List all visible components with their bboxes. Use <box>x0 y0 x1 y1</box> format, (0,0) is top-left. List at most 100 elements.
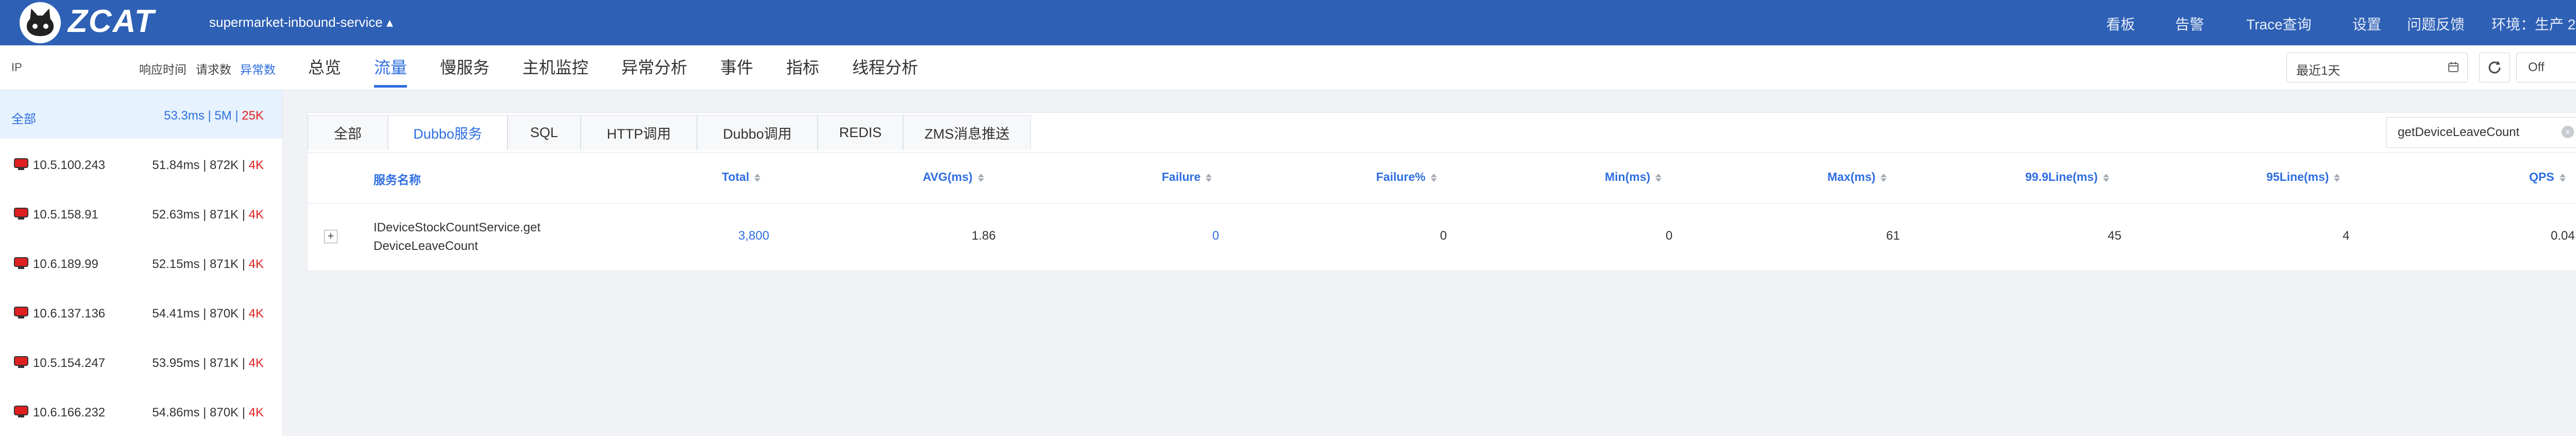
sort-icon[interactable] <box>1880 173 1887 183</box>
server-icon <box>14 257 28 269</box>
col-service-name[interactable]: 服务名称 <box>374 170 421 188</box>
cell-qps: 0.04 <box>2551 229 2575 243</box>
col-max[interactable]: Max(ms) <box>1827 170 1887 184</box>
metric-tab-errors[interactable]: 异常数 <box>240 60 276 77</box>
expand-icon[interactable]: + <box>324 230 337 243</box>
cell-min: 0 <box>1666 229 1673 243</box>
ip-list-item[interactable]: 10.5.100.243 51.84ms | 872K | 4K <box>0 140 282 188</box>
ip-metrics: 52.63ms | 871K | 4K <box>152 208 264 222</box>
brand-title[interactable]: ZCAT <box>68 3 155 40</box>
col-failure[interactable]: Failure <box>1162 170 1212 184</box>
metric-tab-response-time[interactable]: 响应时间 <box>139 60 187 77</box>
type-tab-dubbo-service[interactable]: Dubbo服务 <box>388 115 507 150</box>
tab-metrics[interactable]: 指标 <box>786 55 819 78</box>
nav-feedback[interactable]: 问题反馈 <box>2407 13 2465 34</box>
service-name: IDeviceStockCountService.get DeviceLeave… <box>374 221 541 253</box>
type-tab-dubbo-call[interactable]: Dubbo调用 <box>697 115 818 150</box>
metric-tab-requests[interactable]: 请求数 <box>196 60 231 77</box>
server-icon <box>14 158 28 170</box>
clear-icon[interactable]: × <box>2562 126 2574 138</box>
col-qps[interactable]: QPS <box>2529 170 2566 184</box>
ip-list-item-all[interactable]: 全部 53.3ms | 5M | 25K <box>0 90 282 139</box>
ip-column-label: IP <box>11 61 22 74</box>
logo-face <box>27 15 54 36</box>
auto-refresh-select[interactable]: Off <box>2516 53 2576 82</box>
col-total[interactable]: Total <box>722 170 761 184</box>
sort-icon[interactable] <box>2334 173 2341 183</box>
ip-name: 10.6.137.136 <box>33 307 106 321</box>
type-tabs: 全部 Dubbo服务 SQL HTTP调用 Dubbo调用 REDIS ZMS消… <box>308 115 1031 151</box>
server-icon <box>14 208 28 220</box>
nav-settings[interactable]: 设置 <box>2352 13 2381 34</box>
type-tab-zms-push[interactable]: ZMS消息推送 <box>903 115 1031 150</box>
type-tab-redis[interactable]: REDIS <box>818 115 903 150</box>
ip-name: 10.6.166.232 <box>33 406 106 420</box>
col-min[interactable]: Min(ms) <box>1605 170 1662 184</box>
server-icon <box>14 307 28 318</box>
traffic-card: 全部 Dubbo服务 SQL HTTP调用 Dubbo调用 REDIS ZMS消… <box>307 112 2576 271</box>
tab-host-monitor[interactable]: 主机监控 <box>522 55 588 78</box>
col-avg[interactable]: AVG(ms) <box>923 170 984 184</box>
cell-line95: 4 <box>2343 229 2350 243</box>
ip-metrics: 54.41ms | 870K | 4K <box>152 307 264 321</box>
ip-metrics: 54.86ms | 870K | 4K <box>152 406 264 420</box>
date-range-value: 最近1天 <box>2296 64 2341 78</box>
table-header: 服务名称 Total AVG(ms) Failure Failure% Min(… <box>308 152 2576 204</box>
table-row[interactable]: + IDeviceStockCountService.get DeviceLea… <box>308 203 2576 270</box>
date-range-picker[interactable]: 最近1天 <box>2286 53 2468 82</box>
cell-failure[interactable]: 0 <box>1212 229 1219 243</box>
sort-icon[interactable] <box>2103 173 2109 183</box>
col-line999[interactable]: 99.9Line(ms) <box>2025 170 2109 184</box>
type-tab-all[interactable]: 全部 <box>308 115 388 150</box>
col-line95[interactable]: 95Line(ms) <box>2266 170 2341 184</box>
ip-list-item[interactable]: 10.6.137.136 54.41ms | 870K | 4K <box>0 288 282 337</box>
refresh-button[interactable] <box>2479 53 2510 82</box>
nav-trace-query[interactable]: Trace查询 <box>2246 13 2312 34</box>
sort-icon[interactable] <box>754 173 761 183</box>
ip-metrics: 51.84ms | 872K | 4K <box>152 158 264 172</box>
cell-total[interactable]: 3,800 <box>738 229 769 243</box>
col-failure-pct[interactable]: Failure% <box>1376 170 1437 184</box>
service-search-field[interactable]: × <box>2386 117 2576 148</box>
ip-list-item[interactable]: 10.6.166.232 54.86ms | 870K | 4K <box>0 387 282 435</box>
logo-eye-left <box>32 24 38 29</box>
search-input[interactable] <box>2397 125 2553 140</box>
auto-refresh-value: Off <box>2528 60 2545 74</box>
ip-name: 10.6.189.99 <box>33 257 98 271</box>
ip-name: 10.5.158.91 <box>33 208 98 222</box>
sort-icon[interactable] <box>1655 173 1662 183</box>
server-icon <box>14 356 28 368</box>
ip-name: 10.5.154.247 <box>33 356 106 370</box>
cell-max: 61 <box>1886 229 1900 243</box>
tab-traffic[interactable]: 流量 <box>374 55 408 88</box>
tab-exception-analysis[interactable]: 异常分析 <box>621 55 687 78</box>
nav-dashboard[interactable]: 看板 <box>2106 13 2135 34</box>
sort-icon[interactable] <box>1206 173 1212 183</box>
ip-name: 全部 <box>11 112 36 126</box>
calendar-icon <box>2448 62 2459 72</box>
tab-events[interactable]: 事件 <box>720 55 753 78</box>
nav-alerts[interactable]: 告警 <box>2175 13 2204 34</box>
ip-metrics: 52.15ms | 871K | 4K <box>152 257 264 271</box>
cell-line999: 45 <box>2108 229 2122 243</box>
ip-list-panel: 全部 53.3ms | 5M | 25K 10.5.100.243 51.84m… <box>0 90 283 436</box>
ip-list-item[interactable]: 10.6.189.99 52.15ms | 871K | 4K <box>0 239 282 287</box>
refresh-icon <box>2488 61 2501 74</box>
ip-metrics: 53.95ms | 871K | 4K <box>152 356 264 370</box>
sort-icon[interactable] <box>977 173 984 183</box>
type-tab-http-call[interactable]: HTTP调用 <box>581 115 697 150</box>
server-icon <box>14 406 28 417</box>
app-selector[interactable]: supermarket-inbound-service ▴ <box>209 14 393 30</box>
sub-header: IP 响应时间 请求数 异常数 总览 流量 慢服务 主机监控 异常分析 事件 指… <box>0 45 2576 90</box>
ip-list-item[interactable]: 10.5.158.91 52.63ms | 871K | 4K <box>0 189 282 238</box>
cell-avg: 1.86 <box>972 229 996 243</box>
type-tab-sql[interactable]: SQL <box>507 115 581 150</box>
sort-icon[interactable] <box>1430 173 1437 183</box>
nav-environment[interactable]: 环境：生产 2.0 <box>2492 13 2576 34</box>
ip-name: 10.5.100.243 <box>33 158 106 172</box>
tab-thread-analysis[interactable]: 线程分析 <box>852 55 918 78</box>
sort-icon[interactable] <box>2559 173 2566 183</box>
tab-slow-services[interactable]: 慢服务 <box>440 55 489 78</box>
tab-overview[interactable]: 总览 <box>308 55 341 78</box>
ip-list-item[interactable]: 10.5.154.247 53.95ms | 871K | 4K <box>0 338 282 386</box>
